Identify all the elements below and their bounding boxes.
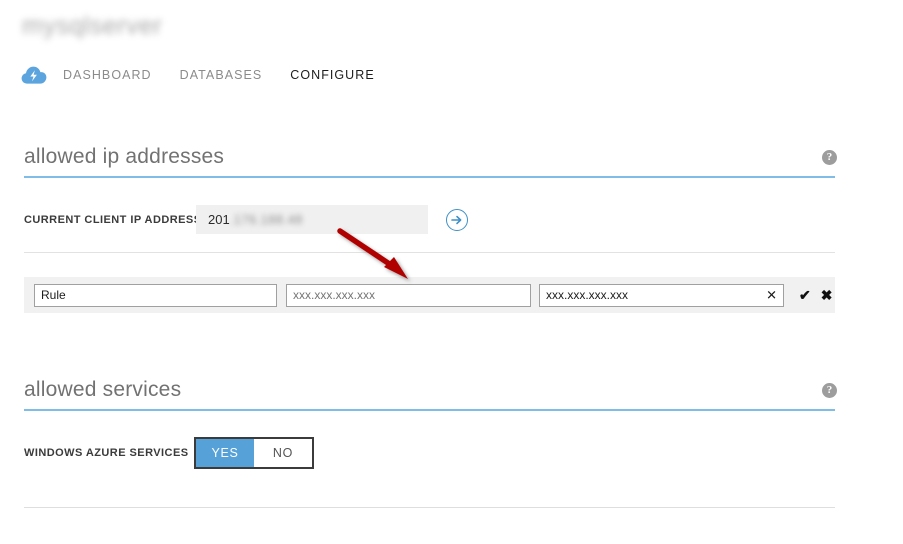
rule-row-actions: ✔ ✖ — [799, 288, 832, 302]
windows-azure-services-toggle[interactable]: YES NO — [194, 437, 314, 469]
start-ip-cell — [277, 283, 531, 307]
section-allowed-services: allowed services ? — [24, 378, 837, 411]
current-client-ip-value: 201.176.188.48 — [196, 205, 428, 234]
section-underline — [24, 409, 835, 411]
rule-name-input[interactable] — [34, 283, 277, 307]
azure-cloud-icon — [20, 61, 48, 89]
primary-navigation: DASHBOARD DATABASES CONFIGURE — [20, 60, 402, 90]
windows-azure-services-label: WINDOWS AZURE SERVICES — [24, 447, 189, 459]
end-ip-input[interactable] — [539, 283, 784, 307]
cancel-x-icon[interactable]: ✖ — [821, 288, 833, 302]
toggle-option-no[interactable]: NO — [254, 439, 312, 467]
tab-configure[interactable]: CONFIGURE — [289, 64, 375, 86]
help-icon[interactable]: ? — [822, 383, 837, 398]
grid-top-divider — [24, 252, 835, 253]
page-title: mysqlserver — [22, 12, 163, 40]
help-icon[interactable]: ? — [822, 150, 837, 165]
tab-databases[interactable]: DATABASES — [179, 64, 264, 86]
section-allowed-ip-addresses: allowed ip addresses ? — [24, 145, 837, 178]
current-client-ip-row: CURRENT CLIENT IP ADDRESS 201.176.188.48 — [24, 205, 468, 234]
confirm-check-icon[interactable]: ✔ — [799, 288, 811, 302]
tab-dashboard[interactable]: DASHBOARD — [62, 64, 153, 86]
section-heading-allowed-services: allowed services — [24, 378, 182, 401]
ip-rule-editor-row: ✕ ✔ ✖ — [24, 277, 835, 313]
toggle-option-yes[interactable]: YES — [196, 439, 254, 467]
add-current-ip-button[interactable] — [446, 208, 468, 231]
clear-icon[interactable]: ✕ — [766, 289, 777, 302]
end-ip-cell: ✕ — [531, 283, 784, 307]
bottom-divider — [24, 507, 835, 508]
windows-azure-services-row: WINDOWS AZURE SERVICES YES NO — [24, 437, 314, 469]
start-ip-input[interactable] — [286, 283, 531, 307]
current-client-ip-label: CURRENT CLIENT IP ADDRESS — [24, 213, 202, 226]
current-client-ip-visible: 201 — [208, 212, 230, 227]
section-heading-allowed-ip: allowed ip addresses — [24, 145, 225, 168]
current-client-ip-redacted: .176.188.48 — [229, 212, 303, 227]
rule-name-cell — [24, 283, 277, 307]
section-underline — [24, 176, 835, 178]
